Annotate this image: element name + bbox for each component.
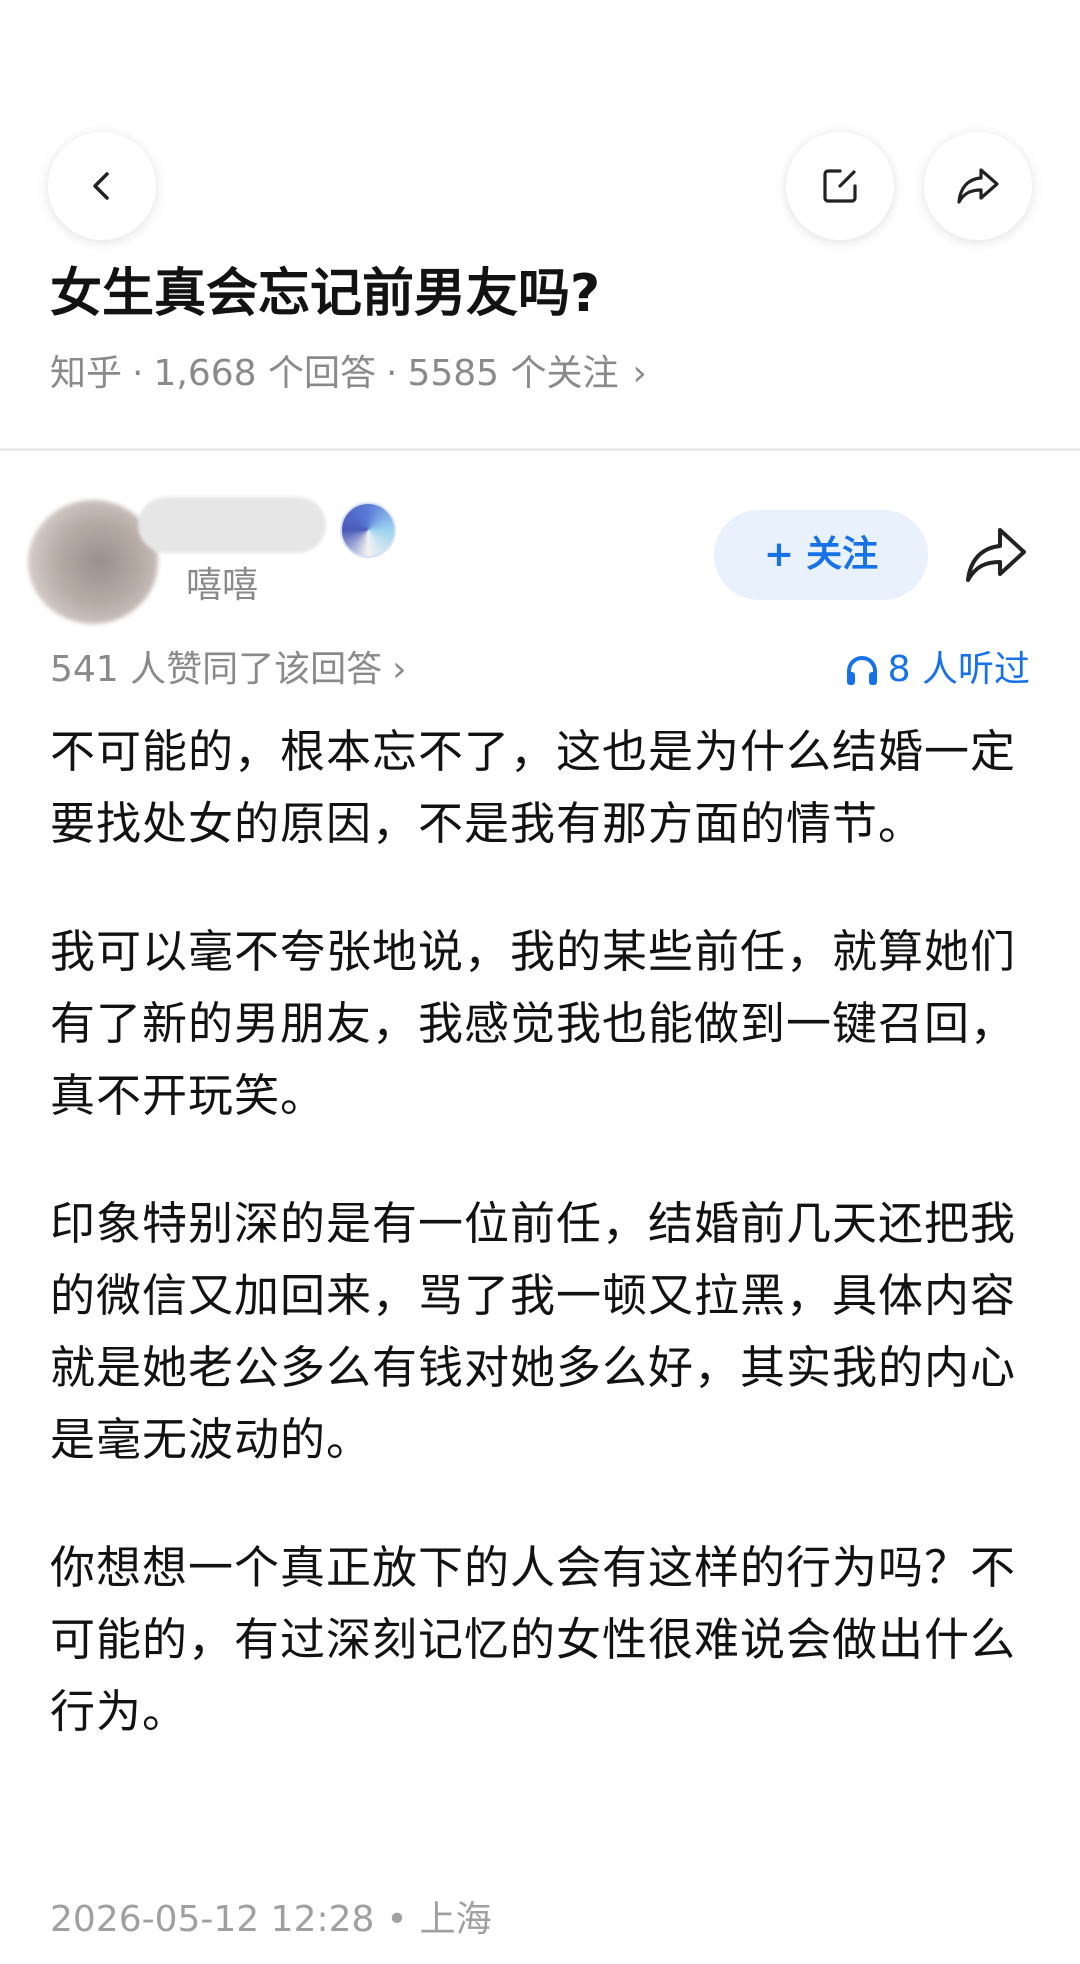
author-subtitle: 嘻嘻 — [186, 565, 259, 606]
answer-paragraph: 不可能的，根本忘不了，这也是为什么结婚一定要找处女的原因，不是我有那方面的情节。 — [50, 725, 1017, 850]
post-datetime: 2026-05-12 12:28 — [50, 1899, 375, 1940]
follow-button[interactable]: + 关注 — [714, 510, 928, 600]
answer-paragraph: 我可以毫不夸张地说，我的某些前任，就算她们有了新的男朋友，我感觉我也能做到一键召… — [50, 925, 1017, 1122]
chevron-right-icon: › — [392, 649, 407, 690]
answer-footer: 2026-05-12 12:28 • 上海 — [50, 1892, 492, 1948]
share-icon[interactable] — [960, 522, 1030, 588]
answer-content: 不可能的，根本忘不了，这也是为什么结婚一定要找处女的原因，不是我有那方面的情节。… — [50, 716, 1032, 1804]
chevron-right-icon: › — [632, 353, 647, 394]
agree-count[interactable]: 541 人赞同了该回答 › — [50, 642, 407, 698]
back-button[interactable] — [48, 132, 156, 240]
edit-button[interactable] — [786, 132, 894, 240]
answer-paragraph: 你想想一个真正放下的人会有这样的行为吗？不可能的，有过深刻记忆的女性很难说会做出… — [50, 1541, 1017, 1738]
author-name[interactable] — [138, 497, 326, 553]
source-label: 知乎 — [50, 353, 123, 394]
separator: · — [132, 353, 144, 394]
follower-count: 5585 个关注 — [407, 353, 619, 394]
post-location: 上海 — [419, 1899, 492, 1940]
answer-paragraph: 印象特别深的是有一位前任，结婚前几天还把我的微信又加回来，骂了我一顿又拉黑，具体… — [50, 1197, 1017, 1466]
badge-icon[interactable] — [340, 502, 396, 558]
share-button[interactable] — [924, 132, 1032, 240]
listen-text: 8 人听过 — [887, 649, 1030, 690]
edit-square-icon — [823, 169, 857, 203]
separator: • — [386, 1899, 408, 1940]
divider — [0, 448, 1080, 451]
answer-stats: 541 人赞同了该回答 › 8 人听过 — [50, 642, 1030, 698]
chevron-left-icon — [93, 172, 109, 200]
answer-page: 女生真会忘记前男友吗? 知乎 · 1,668 个回答 · 5585 个关注 › 嘻嘻 + 关… — [0, 0, 1080, 1964]
headphones-icon — [846, 656, 877, 685]
plus-icon: + — [763, 534, 795, 575]
separator: · — [385, 353, 398, 394]
answer-count: 1,668 个回答 — [153, 353, 376, 394]
listen-count[interactable]: 8 人听过 — [844, 642, 1030, 698]
question-title[interactable]: 女生真会忘记前男友吗? — [50, 254, 600, 334]
question-meta[interactable]: 知乎 · 1,668 个回答 · 5585 个关注 › — [50, 346, 647, 402]
agree-text: 541 人赞同了该回答 — [50, 649, 383, 690]
share-arrow-icon — [957, 168, 999, 204]
follow-label: 关注 — [806, 534, 879, 575]
